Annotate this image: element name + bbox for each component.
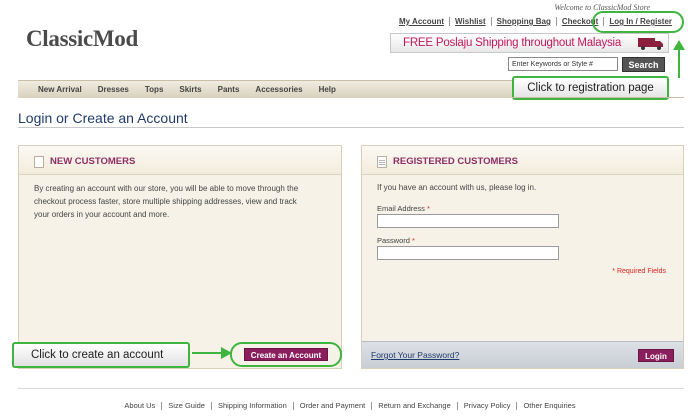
required-mark: * — [412, 236, 415, 245]
nav-skirts[interactable]: Skirts — [179, 81, 201, 98]
login-register-highlight — [592, 11, 684, 33]
title-divider — [18, 127, 684, 128]
login-actions-bar: Forgot Your Password? Login — [362, 341, 683, 368]
shipping-banner-text: FREE Poslaju Shipping throughout Malaysi… — [403, 37, 622, 49]
new-customers-panel: NEW CUSTOMERS By creating an account wit… — [18, 145, 342, 369]
login-button[interactable]: Login — [638, 349, 674, 362]
new-customers-header: NEW CUSTOMERS — [19, 146, 341, 175]
login-intro: If you have an account with us, please l… — [377, 183, 537, 192]
wishlist-link[interactable]: Wishlist — [449, 17, 491, 26]
footer-shipping-information[interactable]: Shipping Information — [210, 402, 293, 410]
create-account-button[interactable]: Create an Account — [244, 348, 328, 361]
required-fields-note: * Required Fields — [612, 268, 666, 275]
description-line: By creating an account with our store, y… — [34, 184, 299, 193]
shipping-banner: FREE Poslaju Shipping throughout Malaysi… — [390, 33, 669, 53]
footer-divider — [18, 388, 684, 389]
footer-other-enquiries[interactable]: Other Enquiries — [516, 402, 581, 410]
nav-accessories[interactable]: Accessories — [255, 81, 302, 98]
password-field[interactable] — [377, 246, 559, 260]
new-customers-heading: NEW CUSTOMERS — [50, 156, 136, 167]
nav-help[interactable]: Help — [319, 81, 336, 98]
create-account-callout: Click to create an account — [12, 342, 190, 368]
registered-customers-header: REGISTERED CUSTOMERS — [362, 146, 683, 175]
email-field[interactable] — [377, 214, 559, 228]
footer-order-and-payment[interactable]: Order and Payment — [292, 402, 371, 410]
shopping-bag-link[interactable]: Shopping Bag — [490, 17, 556, 26]
my-account-link[interactable]: My Account — [398, 17, 449, 26]
footer-return-and-exchange[interactable]: Return and Exchange — [371, 402, 457, 410]
new-customers-description: By creating an account with our store, y… — [34, 182, 334, 221]
footer-about-us[interactable]: About Us — [118, 402, 161, 410]
nav-new-arrival[interactable]: New Arrival — [38, 81, 82, 98]
nav-divider — [512, 97, 684, 98]
description-line: your orders in your account and more. — [34, 210, 170, 219]
store-logo[interactable]: ClassicMod — [26, 26, 138, 52]
email-label: Email Address * — [377, 204, 430, 213]
arrow-up-icon — [673, 40, 685, 78]
registered-customers-panel: REGISTERED CUSTOMERS If you have an acco… — [361, 145, 684, 369]
nav-pants[interactable]: Pants — [218, 81, 240, 98]
description-line: checkout process faster, store multiple … — [34, 197, 297, 206]
search-input[interactable] — [508, 57, 618, 71]
required-mark: * — [427, 204, 430, 213]
arrow-right-icon — [192, 347, 232, 359]
footer-size-guide[interactable]: Size Guide — [161, 402, 211, 410]
footer-privacy-policy[interactable]: Privacy Policy — [456, 402, 517, 410]
nav-tops[interactable]: Tops — [145, 81, 164, 98]
nav-dresses[interactable]: Dresses — [98, 81, 129, 98]
search-button[interactable]: Search — [622, 57, 665, 72]
footer-links: About Us Size Guide Shipping Information… — [0, 402, 700, 410]
page-title: Login or Create an Account — [18, 110, 188, 126]
delivery-truck-icon — [638, 38, 663, 50]
main-nav: New Arrival Dresses Tops Skirts Pants Ac… — [18, 80, 512, 98]
registered-customers-heading: REGISTERED CUSTOMERS — [393, 156, 518, 167]
forgot-password-link[interactable]: Forgot Your Password? — [371, 350, 459, 360]
document-icon — [34, 156, 44, 168]
document-icon — [377, 156, 387, 168]
password-label: Password * — [377, 236, 415, 245]
